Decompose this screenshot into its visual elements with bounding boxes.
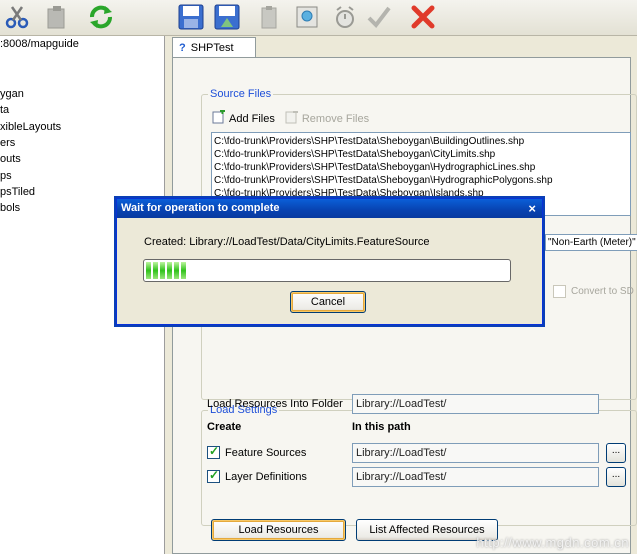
- list-item[interactable]: C:\fdo-trunk\Providers\SHP\TestData\Sheb…: [214, 161, 628, 174]
- dialog-title: Wait for operation to complete: [121, 202, 280, 214]
- add-files-label: Add Files: [229, 112, 275, 125]
- dialog-title-bar: Wait for operation to complete ×: [117, 199, 542, 218]
- load-resources-button[interactable]: Load Resources: [211, 519, 346, 541]
- progress-segment: [146, 262, 151, 279]
- progress-segment: [181, 262, 186, 279]
- tab-shptest[interactable]: ? SHPTest: [172, 37, 256, 57]
- refresh-icon[interactable]: [86, 2, 116, 32]
- preview-icon[interactable]: [292, 2, 322, 32]
- tree-item[interactable]: xibleLayouts: [0, 121, 61, 133]
- create-header: Create: [207, 421, 242, 433]
- check-icon: ✓: [209, 468, 220, 482]
- file-toolbar: Add Files Remove Files: [212, 109, 369, 127]
- folder-label: Load Resources Into Folder: [207, 398, 343, 410]
- source-files-legend: Source Files: [210, 88, 272, 100]
- scissors-icon[interactable]: [2, 2, 32, 32]
- convert-label: Convert to SD: [571, 286, 634, 297]
- tree-item[interactable]: ers: [0, 137, 15, 149]
- progress-segment: [174, 262, 179, 279]
- add-files-icon: [212, 109, 226, 127]
- delete-icon[interactable]: [408, 2, 438, 32]
- save-as-icon[interactable]: [212, 2, 242, 32]
- list-item[interactable]: C:\fdo-trunk\Providers\SHP\TestData\Sheb…: [214, 174, 628, 187]
- coordinate-system-field[interactable]: "Non-Earth (Meter)": [545, 234, 637, 251]
- dialog-message: Created: Library://LoadTest/Data/CityLim…: [144, 236, 430, 248]
- feature-sources-checkbox[interactable]: ✓ Feature Sources: [207, 444, 307, 459]
- layer-definitions-path[interactable]: Library://LoadTest/: [352, 467, 599, 487]
- progress-segment: [167, 262, 172, 279]
- list-item[interactable]: C:\fdo-trunk\Providers\SHP\TestData\Sheb…: [214, 148, 628, 161]
- checkbox[interactable]: ✓: [207, 468, 220, 483]
- watermark-text: http://www.mgdn.com.cn: [476, 535, 629, 550]
- check-icon: ✓: [209, 444, 220, 458]
- timer-icon[interactable]: [330, 2, 360, 32]
- add-files-button[interactable]: Add Files: [212, 109, 275, 127]
- browse-layer-definitions-button[interactable]: ...: [606, 467, 626, 487]
- tree-server-node[interactable]: :8008/mapguide: [0, 38, 79, 50]
- tree-item[interactable]: bols: [0, 202, 20, 214]
- paste-icon[interactable]: [42, 2, 72, 32]
- progress-bar: [143, 259, 511, 282]
- progress-segment: [153, 262, 158, 279]
- tree-item[interactable]: outs: [0, 153, 21, 165]
- save-icon[interactable]: [176, 2, 206, 32]
- layer-definitions-checkbox[interactable]: ✓ Layer Definitions: [207, 468, 307, 483]
- remove-files-button[interactable]: Remove Files: [285, 110, 369, 127]
- checkbox[interactable]: ✓: [207, 444, 220, 459]
- feature-sources-label: Feature Sources: [225, 446, 307, 459]
- tree-item[interactable]: ygan: [0, 88, 24, 100]
- remove-files-label: Remove Files: [301, 112, 370, 125]
- tree-item[interactable]: ps: [0, 170, 12, 182]
- folder-input[interactable]: Library://LoadTest/: [352, 394, 599, 414]
- cancel-button[interactable]: Cancel: [290, 291, 366, 313]
- browse-feature-sources-button[interactable]: ...: [606, 443, 626, 463]
- clipboard-icon[interactable]: [254, 2, 284, 32]
- progress-fill: [146, 262, 508, 279]
- validate-icon[interactable]: [364, 2, 394, 32]
- feature-sources-path[interactable]: Library://LoadTest/: [352, 443, 599, 463]
- close-icon[interactable]: ×: [528, 199, 536, 218]
- question-icon: ?: [179, 41, 186, 54]
- load-settings-group: Load Settings: [201, 404, 637, 526]
- progress-dialog: Wait for operation to complete × Created…: [116, 198, 543, 325]
- list-item[interactable]: C:\fdo-trunk\Providers\SHP\TestData\Sheb…: [214, 135, 628, 148]
- path-header: In this path: [352, 421, 411, 433]
- remove-files-icon: [285, 110, 299, 127]
- tree-item[interactable]: ta: [0, 104, 9, 116]
- main-toolbar: [0, 0, 637, 36]
- tree-item[interactable]: psTiled: [0, 186, 35, 198]
- progress-segment: [160, 262, 165, 279]
- convert-to-sdf-checkbox[interactable]: Convert to SD: [553, 285, 634, 298]
- layer-definitions-label: Layer Definitions: [225, 470, 307, 483]
- tab-label: SHPTest: [190, 41, 234, 54]
- checkbox[interactable]: [553, 285, 566, 298]
